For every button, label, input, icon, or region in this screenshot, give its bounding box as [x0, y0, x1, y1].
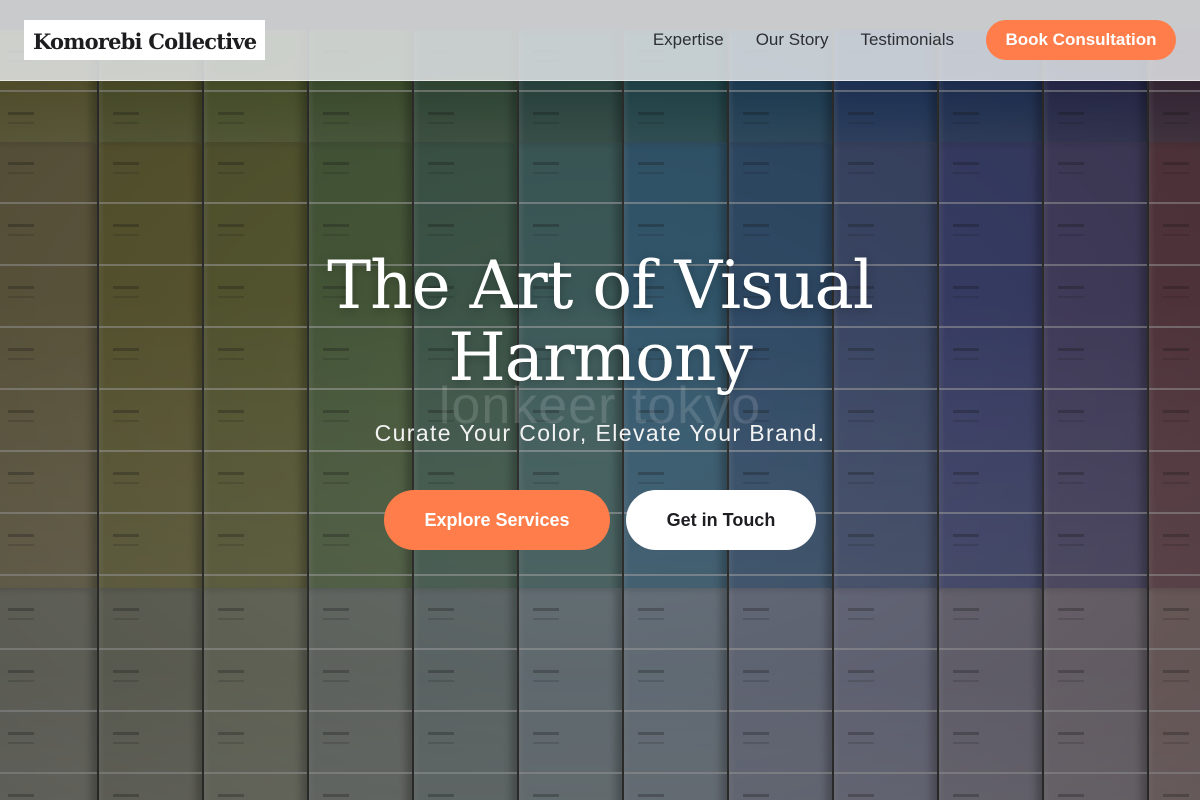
hero-subtitle: Curate Your Color, Elevate Your Brand. [374, 420, 826, 446]
site-header: Komorebi Collective Expertise Our Story … [0, 0, 1200, 81]
brand-logo[interactable]: Komorebi Collective [24, 20, 266, 60]
nav-link-expertise[interactable]: Expertise [653, 30, 724, 50]
hero-section: The Art of Visual Harmony Curate Your Co… [0, 250, 1200, 447]
hero-actions: Explore Services Get in Touch [0, 490, 1200, 550]
explore-services-button[interactable]: Explore Services [384, 490, 610, 550]
nav-link-testimonials[interactable]: Testimonials [860, 30, 954, 50]
hero-title: The Art of Visual Harmony [327, 247, 874, 396]
nav-link-our-story[interactable]: Our Story [756, 30, 829, 50]
get-in-touch-button[interactable]: Get in Touch [626, 490, 816, 550]
book-consultation-button[interactable]: Book Consultation [986, 20, 1176, 60]
main-nav: Expertise Our Story Testimonials Book Co… [653, 20, 1176, 60]
